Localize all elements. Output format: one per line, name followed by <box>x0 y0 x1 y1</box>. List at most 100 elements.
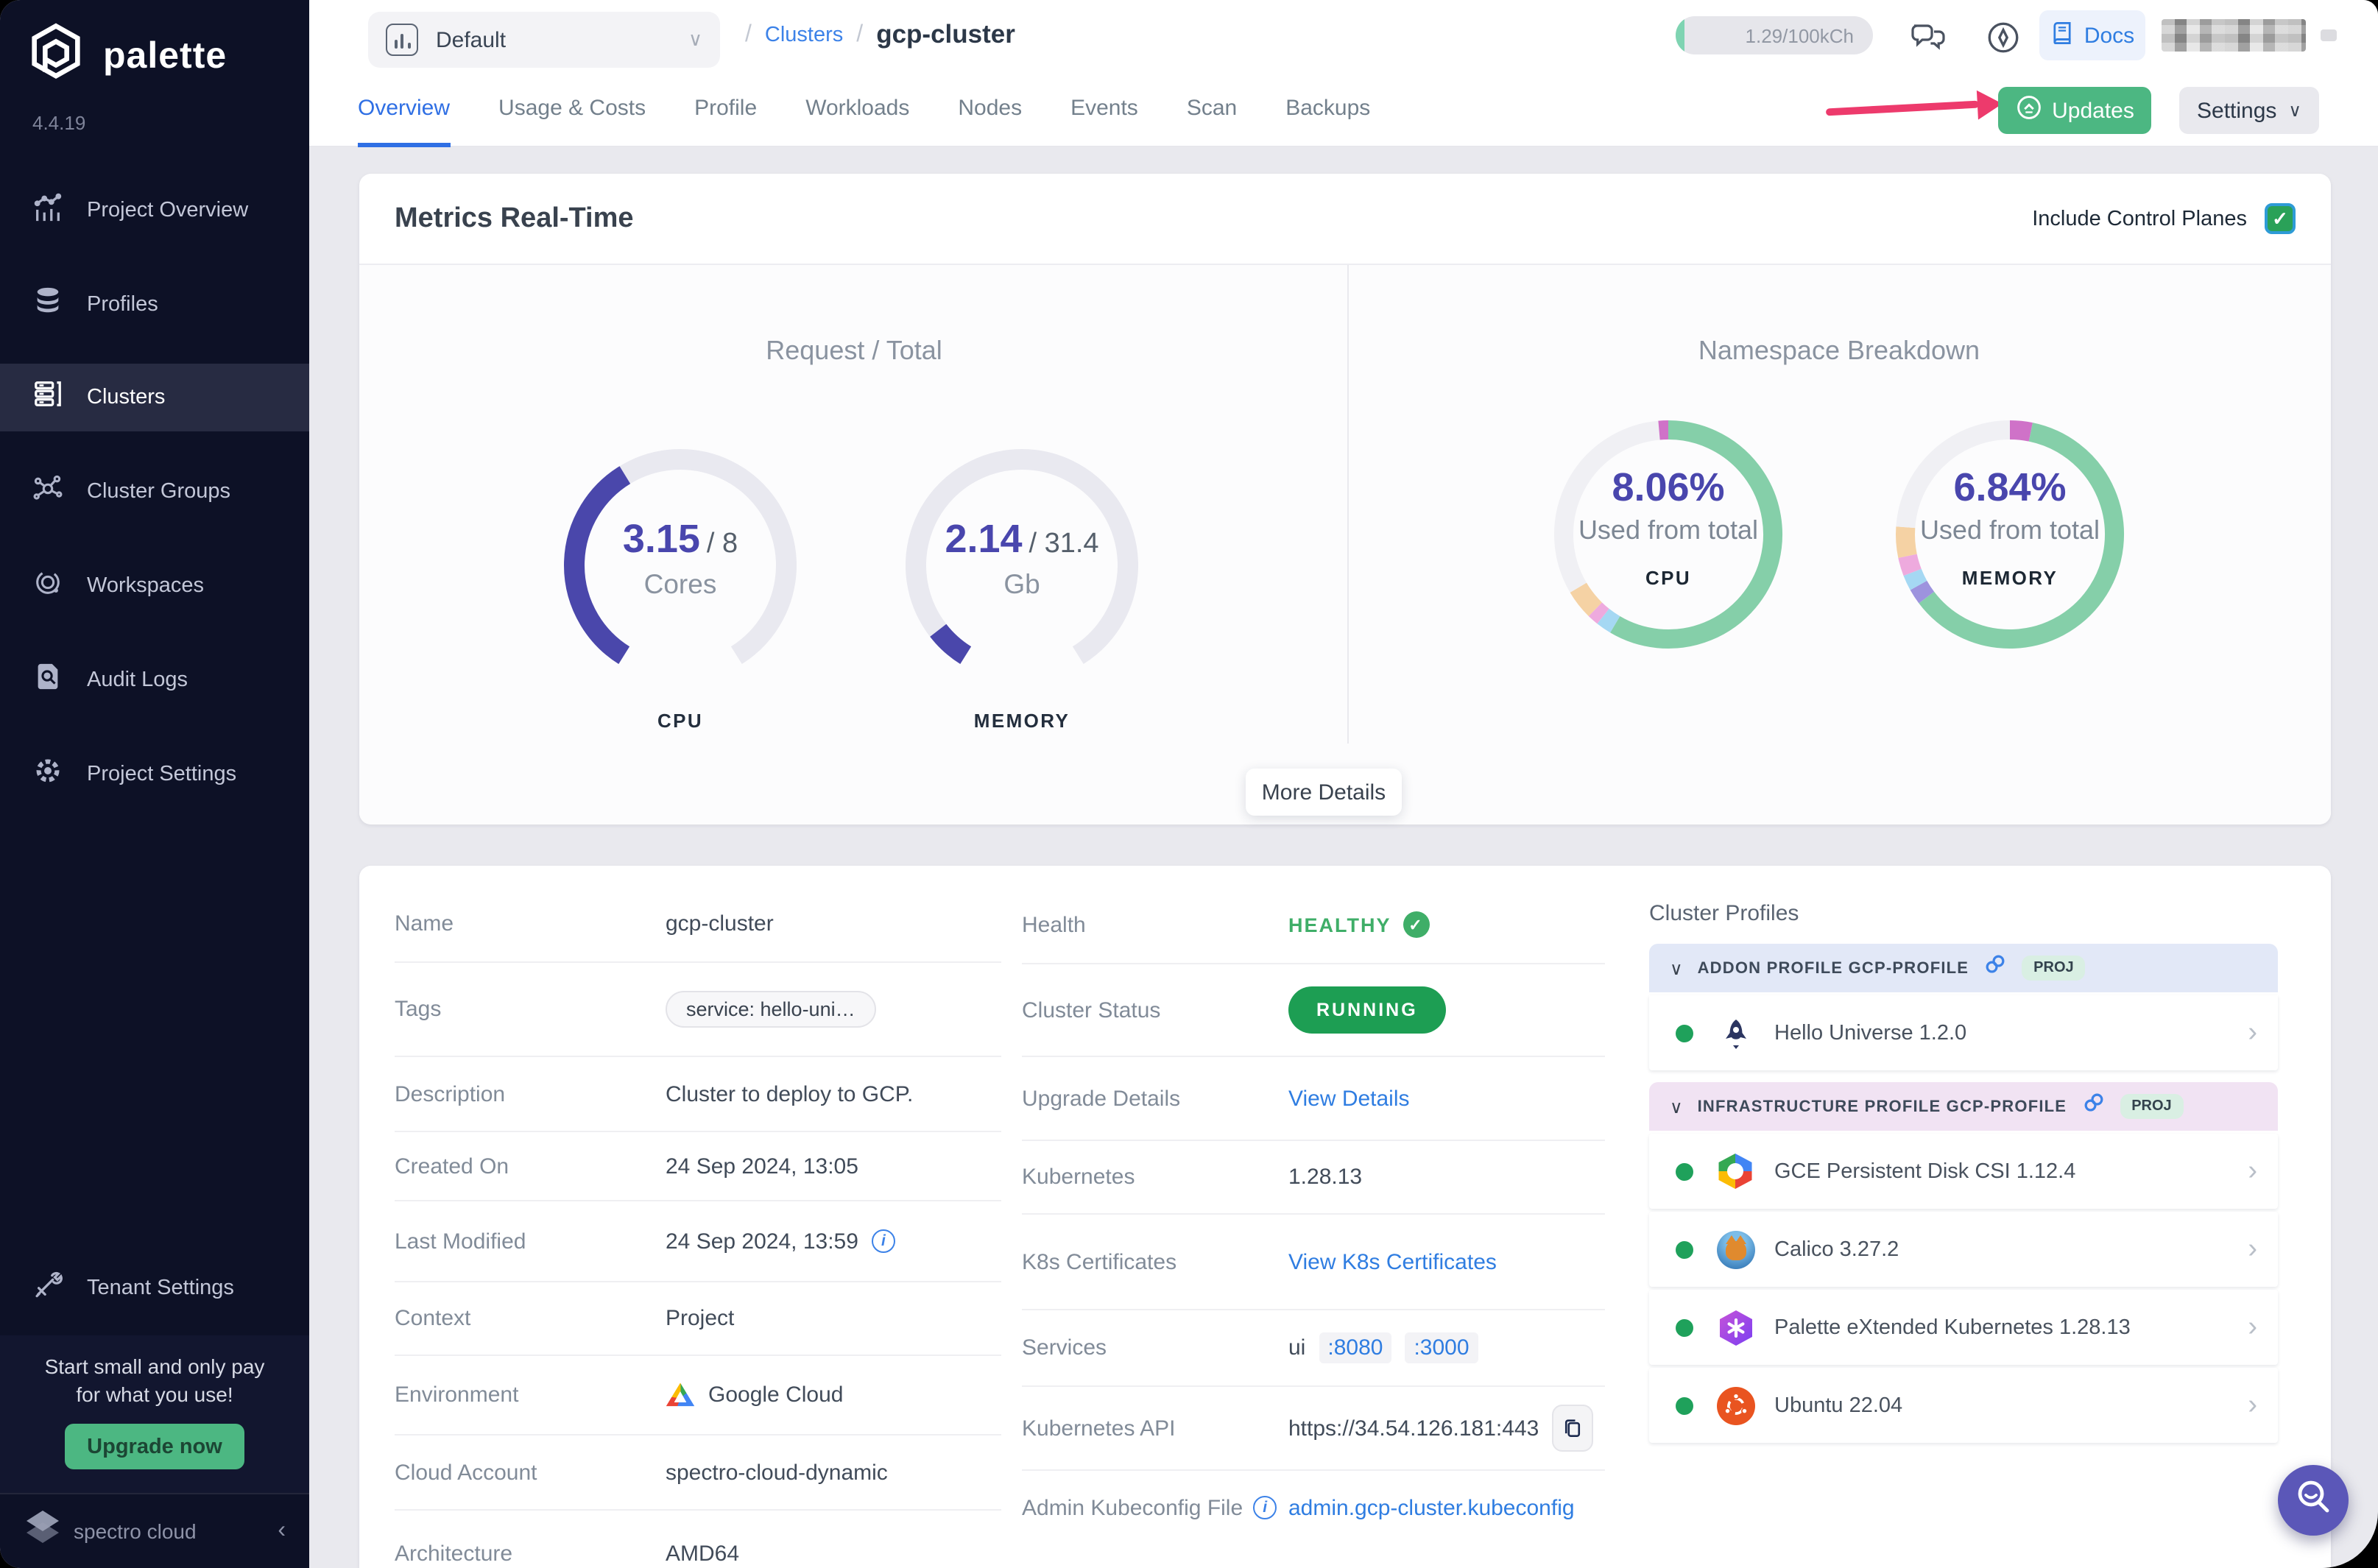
sidebar-item-cluster-groups[interactable]: Cluster Groups <box>0 458 309 526</box>
detail-row-context: Context Project <box>395 1282 1001 1356</box>
tab-profile[interactable]: Profile <box>694 69 757 147</box>
profile-item-name: GCE Persistent Disk CSI 1.12.4 <box>1774 1159 2076 1183</box>
more-details-button[interactable]: More Details <box>1246 769 1402 816</box>
service-port-link[interactable]: :3000 <box>1405 1332 1478 1363</box>
gear-icon <box>32 755 63 794</box>
memory-donut-percent: 6.84% <box>1953 465 2067 509</box>
info-icon[interactable]: i <box>1253 1496 1277 1519</box>
upgrade-now-button[interactable]: Upgrade now <box>65 1424 244 1469</box>
calico-icon <box>1715 1229 1755 1269</box>
check-icon: ✓ <box>1403 911 1430 938</box>
copy-icon[interactable] <box>1552 1405 1594 1452</box>
settings-button[interactable]: Settings ∨ <box>2179 87 2319 134</box>
include-control-planes-checkbox[interactable]: ✓ <box>2265 203 2296 234</box>
service-port-link[interactable]: :8080 <box>1319 1332 1392 1363</box>
cpu-gauge-total: / 8 <box>706 529 738 559</box>
service-name: ui <box>1288 1335 1306 1360</box>
memory-gauge-total: / 31.4 <box>1029 529 1099 559</box>
detail-value: 1.28.13 <box>1288 1165 1363 1190</box>
usage-progress <box>1676 16 1684 54</box>
cpu-donut: 8.06% Used from total CPU <box>1543 409 1793 660</box>
tab-scan[interactable]: Scan <box>1187 69 1237 147</box>
tab-nodes[interactable]: Nodes <box>958 69 1022 147</box>
tab-workloads[interactable]: Workloads <box>805 69 909 147</box>
project-selector[interactable]: Default ∨ <box>368 12 720 68</box>
addon-profile-header[interactable]: ∨ ADDON PROFILE GCP-PROFILE PROJ <box>1649 944 2278 992</box>
updates-label: Updates <box>2052 98 2134 123</box>
profile-item-ubuntu[interactable]: Ubuntu 22.04 › <box>1649 1368 2278 1443</box>
main-content: Default ∨ / Clusters / gcp-cluster 1.29/… <box>309 0 2378 1568</box>
tab-bar: Overview Usage & Costs Profile Workloads… <box>358 69 1370 147</box>
detail-label: Description <box>395 1081 506 1106</box>
profile-item-hello-universe[interactable]: Hello Universe 1.2.0 › <box>1649 995 2278 1070</box>
settings-label: Settings <box>2197 98 2277 123</box>
docs-button[interactable]: Docs <box>2039 10 2145 60</box>
sidebar-item-audit-logs[interactable]: Audit Logs <box>0 646 309 714</box>
sidebar-item-project-settings[interactable]: Project Settings <box>0 741 309 808</box>
detail-label: Services <box>1022 1335 1107 1360</box>
detail-row-environment: Environment Google Cloud <box>395 1356 1001 1435</box>
orbit-icon <box>32 567 63 605</box>
view-k8s-certificates-link[interactable]: View K8s Certificates <box>1288 1249 1497 1274</box>
status-dot <box>1676 1024 1693 1042</box>
promo-line-2: for what you use! <box>76 1382 233 1406</box>
detail-label: Kubernetes API <box>1022 1416 1176 1441</box>
annotation-arrow <box>1825 100 1980 116</box>
search-icon <box>2293 1476 2334 1525</box>
check-icon: ✓ <box>2272 207 2288 229</box>
sidebar-item-label: Cluster Groups <box>87 480 231 504</box>
profile-header-label: ADDON PROFILE GCP-PROFILE <box>1697 959 1969 977</box>
app-window: palette 4.4.19 Project Overview Profiles… <box>0 0 2378 1568</box>
kubeconfig-link[interactable]: admin.gcp-cluster.kubeconfig <box>1288 1495 1575 1520</box>
detail-row-created-on: Created On 24 Sep 2024, 13:05 <box>395 1132 1001 1201</box>
project-selector-label: Default <box>436 27 507 52</box>
infrastructure-profile-header[interactable]: ∨ INFRASTRUCTURE PROFILE GCP-PROFILE PRO… <box>1649 1082 2278 1131</box>
tab-usage-costs[interactable]: Usage & Costs <box>498 69 646 147</box>
updates-button[interactable]: Updates <box>1998 87 2151 134</box>
profile-item-gce-disk[interactable]: GCE Persistent Disk CSI 1.12.4 › <box>1649 1134 2278 1209</box>
status-dot <box>1676 1396 1693 1414</box>
pxk-icon <box>1715 1307 1755 1347</box>
breadcrumb-clusters-link[interactable]: Clusters <box>765 23 843 46</box>
memory-donut-caption: Used from total <box>1919 515 2100 545</box>
status-dot <box>1676 1240 1693 1258</box>
tab-backups[interactable]: Backups <box>1285 69 1370 147</box>
sidebar-item-profiles[interactable]: Profiles <box>0 271 309 339</box>
cpu-gauge-value: 3.15 <box>622 517 700 561</box>
cpu-donut-caption: Used from total <box>1578 515 1759 545</box>
view-details-link[interactable]: View Details <box>1288 1086 1410 1111</box>
user-name-redacted[interactable] <box>2162 19 2306 52</box>
cpu-gauge-label: CPU <box>657 710 704 732</box>
sidebar-item-project-overview[interactable]: Project Overview <box>0 177 309 244</box>
memory-donut-text: 6.84% Used from total MEMORY <box>1885 465 2135 589</box>
promo-line-1: Start small and only pay <box>44 1355 265 1378</box>
compass-icon[interactable] <box>1977 12 2028 62</box>
request-total-title: Request / Total <box>766 336 942 365</box>
tab-events[interactable]: Events <box>1070 69 1138 147</box>
info-icon[interactable]: i <box>871 1229 895 1253</box>
detail-value: 24 Sep 2024, 13:05 <box>666 1154 858 1179</box>
sidebar-item-clusters[interactable]: Clusters <box>0 364 309 431</box>
memory-donut-label: MEMORY <box>1961 567 2058 589</box>
chat-icon[interactable] <box>1904 12 1954 62</box>
usage-quota-pill[interactable]: 1.29/100kCh <box>1676 16 1873 54</box>
detail-label: Admin Kubeconfig File <box>1022 1495 1243 1520</box>
profile-item-calico[interactable]: Calico 3.27.2 › <box>1649 1212 2278 1287</box>
google-cloud-icon <box>666 1382 695 1407</box>
chevron-left-icon[interactable]: ‹ <box>278 1518 286 1544</box>
tab-overview[interactable]: Overview <box>358 69 451 147</box>
link-icon <box>1983 953 2007 983</box>
sidebar-item-tenant-settings[interactable]: Tenant Settings <box>0 1254 309 1322</box>
profile-item-pxk[interactable]: Palette eXtended Kubernetes 1.28.13 › <box>1649 1290 2278 1365</box>
sidebar-item-workspaces[interactable]: Workspaces <box>0 552 309 620</box>
project-icon <box>386 24 418 56</box>
detail-row-cluster-status: Cluster Status RUNNING <box>1022 964 1605 1057</box>
sidebar-footer: spectro cloud ‹ <box>0 1493 309 1568</box>
profile-header-label: INFRASTRUCTURE PROFILE GCP-PROFILE <box>1697 1098 2067 1115</box>
chevron-right-icon: › <box>2248 1311 2257 1342</box>
spectro-cloud-logo <box>24 1508 62 1554</box>
search-fab[interactable] <box>2278 1465 2349 1536</box>
chevron-down-icon: ∨ <box>688 28 702 50</box>
memory-gauge-label: MEMORY <box>973 710 1070 732</box>
sidebar-item-label: Audit Logs <box>87 668 188 692</box>
